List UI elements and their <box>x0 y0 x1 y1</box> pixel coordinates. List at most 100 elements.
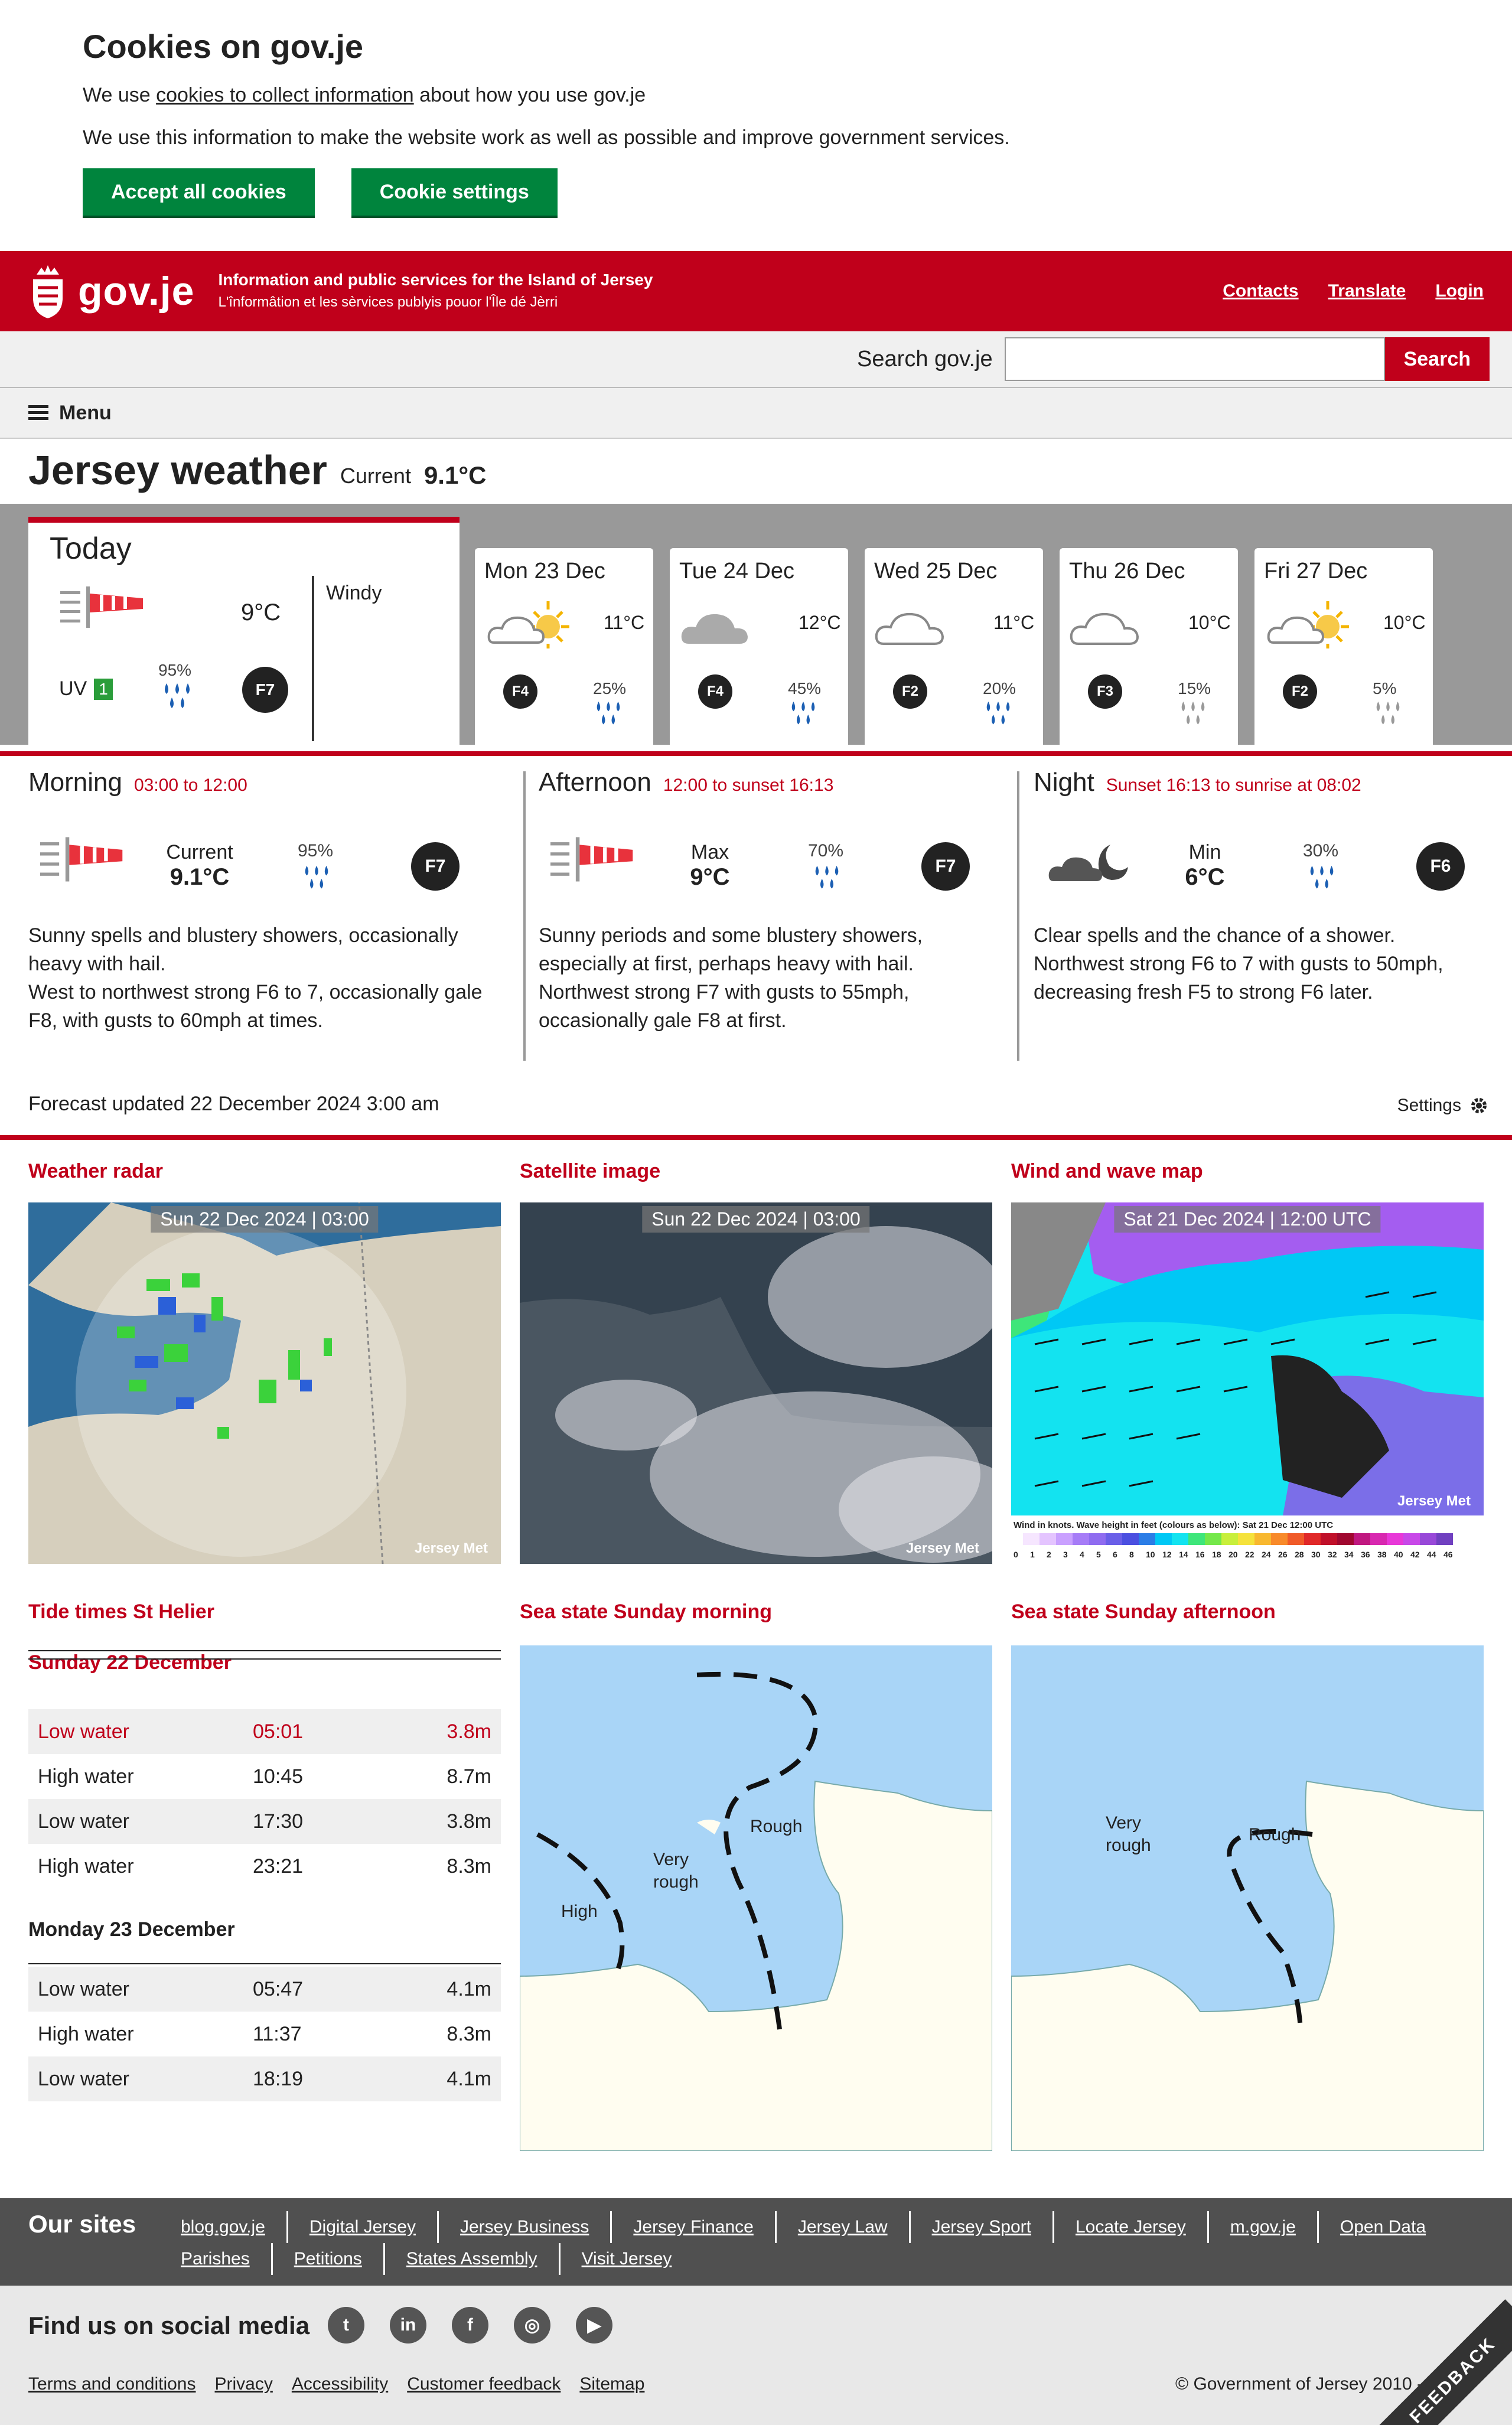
day-label: Thu 26 Dec <box>1069 559 1185 584</box>
wind-force-badge: F6 <box>1416 842 1465 891</box>
translate-link[interactable]: Translate <box>1328 281 1406 301</box>
forecast-strip: Today 9°C Windy UV 1 95% F7 Mon 23 Dec 11… <box>0 504 1512 745</box>
scale-label: 30 <box>1311 1550 1321 1559</box>
customer-feedback-link[interactable]: Customer feedback <box>407 2374 561 2394</box>
search-input[interactable] <box>1004 337 1385 381</box>
day-temp: 11°C <box>993 612 1035 633</box>
period-rain: 95% <box>298 841 334 861</box>
site-link[interactable]: blog.gov.je <box>152 2211 286 2243</box>
twitter-icon[interactable]: t <box>328 2307 364 2343</box>
radar-image[interactable]: Sun 22 Dec 2024 | 03:00 Jersey Met <box>28 1202 501 1564</box>
period-temp-label: Max <box>690 841 729 863</box>
scale-label: 44 <box>1427 1550 1436 1559</box>
satellite-image[interactable]: Sun 22 Dec 2024 | 03:00 Jersey Met <box>520 1202 992 1564</box>
sitemap-link[interactable]: Sitemap <box>579 2374 644 2394</box>
wind-wave-image[interactable]: Sat 21 Dec 2024 | 12:00 UTC Wind in knot… <box>1011 1202 1484 1564</box>
terms-link[interactable]: Terms and conditions <box>28 2374 195 2394</box>
scale-label: 20 <box>1228 1550 1238 1559</box>
day-rain: 45% <box>788 679 822 697</box>
day-rain: 15% <box>1178 679 1211 697</box>
scale-label: 2 <box>1047 1550 1051 1559</box>
sea-state-afternoon-map[interactable]: Very rough Rough <box>1011 1645 1484 2151</box>
current-label: Current <box>340 464 411 488</box>
forecast-day-card[interactable]: Fri 27 Dec 10°C F2 5% <box>1254 548 1433 745</box>
section-divider <box>0 1135 1512 1140</box>
light-rain-icon <box>1373 700 1403 731</box>
tide-row: High water 10:45 8.7m <box>38 1765 491 1788</box>
youtube-icon[interactable]: ▶ <box>576 2307 612 2343</box>
search-label: Search gov.je <box>857 346 993 371</box>
login-link[interactable]: Login <box>1435 281 1484 301</box>
grey-cloud-icon <box>677 595 765 651</box>
site-link[interactable]: Jersey Sport <box>908 2211 1052 2243</box>
sea-state-morning-map[interactable]: High Very rough Rough <box>520 1645 992 2151</box>
home-logo[interactable]: gov.je <box>28 262 194 321</box>
moon-cloud-icon <box>1045 833 1134 889</box>
scale-label: 14 <box>1179 1550 1188 1559</box>
menu-button[interactable]: Menu <box>0 388 1512 439</box>
cookie-settings-button[interactable]: Cookie settings <box>351 168 558 216</box>
uv-index: UV 1 <box>59 677 113 700</box>
accessibility-link[interactable]: Accessibility <box>292 2374 388 2394</box>
forecast-day-card[interactable]: Wed 25 Dec 11°C F2 20% <box>865 548 1043 745</box>
linkedin-icon[interactable]: in <box>390 2307 426 2343</box>
cookie-banner: Cookies on gov.je We use cookies to coll… <box>0 0 1512 251</box>
current-temp: 9.1°C <box>423 461 487 489</box>
site-link[interactable]: Parishes <box>152 2243 271 2275</box>
rain-icon <box>788 700 819 731</box>
satellite-title[interactable]: Satellite image <box>520 1160 660 1183</box>
wind-force-badge: F2 <box>893 674 927 709</box>
radar-title[interactable]: Weather radar <box>28 1160 163 1183</box>
section-divider <box>0 751 1512 756</box>
wind-wave-title[interactable]: Wind and wave map <box>1011 1160 1203 1183</box>
sea-label-rough: Rough <box>750 1817 803 1836</box>
site-link[interactable]: Jersey Finance <box>610 2211 774 2243</box>
period-time: 12:00 to sunset 16:13 <box>663 775 834 795</box>
wind-force-badge: F2 <box>1283 674 1317 709</box>
site-link[interactable]: Open Data <box>1317 2211 1447 2243</box>
accept-cookies-button[interactable]: Accept all cookies <box>83 168 315 216</box>
site-link[interactable]: Visit Jersey <box>558 2243 693 2275</box>
wind-force-badge: F7 <box>411 842 460 891</box>
day-temp: 10°C <box>1383 612 1426 633</box>
our-sites-footer: Our sites blog.gov.je Digital Jersey Jerse… <box>0 2198 1512 2286</box>
contacts-link[interactable]: Contacts <box>1223 281 1298 301</box>
site-link[interactable]: m.gov.je <box>1207 2211 1317 2243</box>
wind-force-badge: F3 <box>1088 674 1122 709</box>
period-morning: Morning 03:00 to 12:00 Current 9.1°C 95% F7 Su… <box>28 768 501 1063</box>
page-title: Jersey weather <box>28 447 327 493</box>
tab-today[interactable]: Today 9°C Windy UV 1 95% F7 <box>28 517 460 745</box>
site-link[interactable]: Jersey Business <box>436 2211 610 2243</box>
sea-afternoon-title: Sea state Sunday afternoon <box>1011 1601 1276 1623</box>
site-link[interactable]: Petitions <box>271 2243 383 2275</box>
scale-label: 24 <box>1262 1550 1271 1559</box>
instagram-icon[interactable]: ◎ <box>514 2307 550 2343</box>
cloud-icon <box>1067 595 1155 651</box>
site-link[interactable]: Locate Jersey <box>1052 2211 1207 2243</box>
facebook-icon[interactable]: f <box>452 2307 488 2343</box>
settings-button[interactable]: Settings <box>1397 1096 1488 1116</box>
site-link[interactable]: Jersey Law <box>774 2211 909 2243</box>
privacy-link[interactable]: Privacy <box>214 2374 272 2394</box>
social-footer: Find us on social media t in f ◎ ▶ Terms… <box>0 2286 1512 2425</box>
tide-day-1: Sunday 22 December <box>28 1650 501 1674</box>
forecast-day-card[interactable]: Thu 26 Dec 10°C F3 15% <box>1060 548 1238 745</box>
period-temp: 9.1°C <box>170 864 230 890</box>
day-label: Fri 27 Dec <box>1264 559 1368 584</box>
scale-label: 0 <box>1014 1550 1018 1559</box>
forecast-day-card[interactable]: Mon 23 Dec 11°C F4 25% <box>475 548 653 745</box>
site-link[interactable]: States Assembly <box>383 2243 559 2275</box>
feedback-tab[interactable]: FEEDBACK <box>1371 2299 1512 2425</box>
search-button[interactable]: Search <box>1384 337 1490 381</box>
jersey-crest-icon <box>33 265 63 318</box>
forecast-day-card[interactable]: Tue 24 Dec 12°C F4 45% <box>670 548 848 745</box>
sea-label-very-rough: Very rough <box>653 1850 699 1892</box>
scale-label: 16 <box>1195 1550 1205 1559</box>
day-temp: 10°C <box>1188 612 1231 633</box>
tide-row: High water 11:37 8.3m <box>38 2022 491 2045</box>
scale-label: 22 <box>1245 1550 1254 1559</box>
windsock-icon <box>60 586 143 628</box>
site-link[interactable]: Digital Jersey <box>286 2211 437 2243</box>
tide-row: Low water 05:47 4.1m <box>28 1967 501 2012</box>
cookie-info-link[interactable]: cookies to collect information <box>156 84 414 106</box>
